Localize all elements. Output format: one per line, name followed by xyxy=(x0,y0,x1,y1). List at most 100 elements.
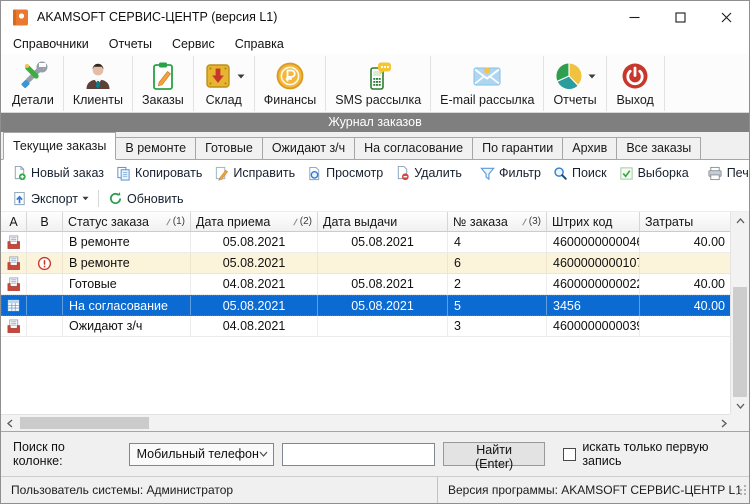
cell-status: На согласование xyxy=(63,295,191,316)
menubar: Справочники Отчеты Сервис Справка xyxy=(1,33,749,54)
toolbar-button-reports[interactable]: Отчеты xyxy=(544,56,606,111)
search-panel: Поиск по колонке: Мобильный телефон Найт… xyxy=(1,431,749,476)
table-row[interactable]: Ожидают з/ч 04.08.2021 3 4600000000039 xyxy=(1,316,749,337)
cell-cost: 40.00 xyxy=(640,274,732,295)
cell-date-out xyxy=(318,316,448,337)
scroll-left-arrow-icon[interactable] xyxy=(1,415,18,431)
menu-reports[interactable]: Отчеты xyxy=(99,35,162,53)
sms-phone-icon xyxy=(363,61,393,91)
copy-button[interactable]: Копировать xyxy=(110,163,208,184)
find-button[interactable]: Найти (Enter) xyxy=(443,442,545,466)
toolbar-button-email[interactable]: E-mail рассылка xyxy=(431,56,544,111)
cell-barcode: 4600000000107 xyxy=(547,253,640,274)
clipboard-pencil-icon xyxy=(148,61,178,91)
refresh-icon xyxy=(108,191,123,206)
cell-barcode: 4600000000022 xyxy=(547,274,640,295)
new-document-icon xyxy=(12,165,27,181)
actionbar-row1: Новый заказ Копировать Исправить Просмот… xyxy=(1,160,749,186)
tab-all-orders[interactable]: Все заказы xyxy=(616,137,701,159)
envelope-icon xyxy=(471,61,503,91)
resize-grip-icon[interactable] xyxy=(735,483,747,501)
edit-button[interactable]: Исправить xyxy=(208,163,301,184)
export-button[interactable]: Экспорт xyxy=(6,188,95,209)
cell-cost: 40.00 xyxy=(640,295,732,316)
cell-date-out: 05.08.2021 xyxy=(318,232,448,253)
toolbar-button-details[interactable]: Детали xyxy=(3,56,64,111)
titlebar: AKAMSOFT СЕРВИС-ЦЕНТР (версия L1) xyxy=(1,1,749,33)
minimize-button[interactable] xyxy=(611,1,657,33)
client-icon xyxy=(83,61,113,91)
maximize-button[interactable] xyxy=(657,1,703,33)
cell-date-in: 05.08.2021 xyxy=(191,295,318,316)
column-header-b[interactable]: В xyxy=(27,212,63,232)
cell-status: В ремонте xyxy=(63,253,191,274)
search-column-select[interactable]: Мобильный телефон xyxy=(129,443,274,466)
scroll-up-arrow-icon[interactable] xyxy=(731,212,749,229)
new-order-button[interactable]: Новый заказ xyxy=(6,162,110,184)
first-record-only-checkbox[interactable] xyxy=(563,448,576,461)
delete-button[interactable]: Удалить xyxy=(389,162,468,184)
search-button[interactable]: Поиск xyxy=(547,163,613,184)
close-icon xyxy=(721,12,732,23)
table-row-selected[interactable]: На согласование 05.08.2021 05.08.2021 5 … xyxy=(1,295,749,316)
filter-funnel-icon xyxy=(480,166,495,181)
cell-date-in: 04.08.2021 xyxy=(191,316,318,337)
pie-chart-icon xyxy=(554,61,584,91)
table-row[interactable]: В ремонте 05.08.2021 05.08.2021 4 460000… xyxy=(1,232,749,253)
horizontal-scrollbar[interactable] xyxy=(1,414,732,431)
minimize-icon xyxy=(629,12,640,23)
tab-ready[interactable]: Готовые xyxy=(195,137,263,159)
menu-service[interactable]: Сервис xyxy=(162,35,225,53)
sort-asc-icon xyxy=(166,218,171,226)
vertical-scrollbar[interactable] xyxy=(730,212,749,414)
print-button[interactable]: Печать xyxy=(701,163,750,184)
cell-cost: 40.00 xyxy=(640,232,732,253)
warning-exclamation-icon xyxy=(37,256,52,271)
close-button[interactable] xyxy=(703,1,749,33)
table-row[interactable]: Готовые 04.08.2021 05.08.2021 2 46000000… xyxy=(1,274,749,295)
tab-waiting-parts[interactable]: Ожидают з/ч xyxy=(262,137,355,159)
toolbar-button-exit[interactable]: Выход xyxy=(607,56,665,111)
toolbar-button-orders[interactable]: Заказы xyxy=(133,56,194,111)
selection-button[interactable]: Выборка xyxy=(613,163,695,184)
tools-icon xyxy=(18,61,48,91)
printer-icon xyxy=(707,166,723,181)
menu-references[interactable]: Справочники xyxy=(3,35,99,53)
column-header-status[interactable]: Статус заказа (1) xyxy=(63,212,191,232)
power-icon xyxy=(620,61,650,91)
table-row[interactable]: В ремонте 05.08.2021 6 4600000000107 xyxy=(1,253,749,274)
cell-cost xyxy=(640,316,732,337)
copy-icon xyxy=(116,166,131,181)
horizontal-scroll-thumb[interactable] xyxy=(20,417,149,429)
view-button[interactable]: Просмотр xyxy=(301,163,389,184)
column-header-cost[interactable]: Затраты xyxy=(640,212,732,232)
refresh-button[interactable]: Обновить xyxy=(102,188,190,209)
vertical-scroll-thumb[interactable] xyxy=(733,287,747,397)
order-tabs: Текущие заказы В ремонте Готовые Ожидают… xyxy=(1,132,749,160)
tab-current-orders[interactable]: Текущие заказы xyxy=(3,132,116,160)
column-header-date-out[interactable]: Дата выдачи xyxy=(318,212,448,232)
delete-document-icon xyxy=(395,165,410,181)
column-header-a[interactable]: А xyxy=(1,212,27,232)
divider xyxy=(98,190,99,207)
column-header-order-no[interactable]: № заказа (3) xyxy=(448,212,547,232)
tab-warranty[interactable]: По гарантии xyxy=(472,137,563,159)
ruble-coin-icon xyxy=(275,61,305,91)
app-window: AKAMSOFT СЕРВИС-ЦЕНТР (версия L1) Справо… xyxy=(0,0,750,504)
filter-button[interactable]: Фильтр xyxy=(474,163,547,184)
search-input[interactable] xyxy=(282,443,435,466)
cell-order-no: 6 xyxy=(448,253,547,274)
toolbar-button-clients[interactable]: Клиенты xyxy=(64,56,133,111)
tab-archive[interactable]: Архив xyxy=(562,137,617,159)
column-header-date-in[interactable]: Дата приема (2) xyxy=(191,212,318,232)
toolbar-button-finance[interactable]: Финансы xyxy=(255,56,326,111)
tab-approval[interactable]: На согласование xyxy=(354,137,473,159)
toolbar-button-warehouse[interactable]: Склад xyxy=(194,56,255,111)
tab-in-repair[interactable]: В ремонте xyxy=(115,137,196,159)
chevron-down-icon xyxy=(259,451,268,457)
column-header-barcode[interactable]: Штрих код xyxy=(547,212,640,232)
menu-help[interactable]: Справка xyxy=(225,35,294,53)
cell-date-out xyxy=(318,253,448,274)
toolbar-button-sms[interactable]: SMS рассылка xyxy=(326,56,431,111)
scroll-down-arrow-icon[interactable] xyxy=(731,397,749,414)
